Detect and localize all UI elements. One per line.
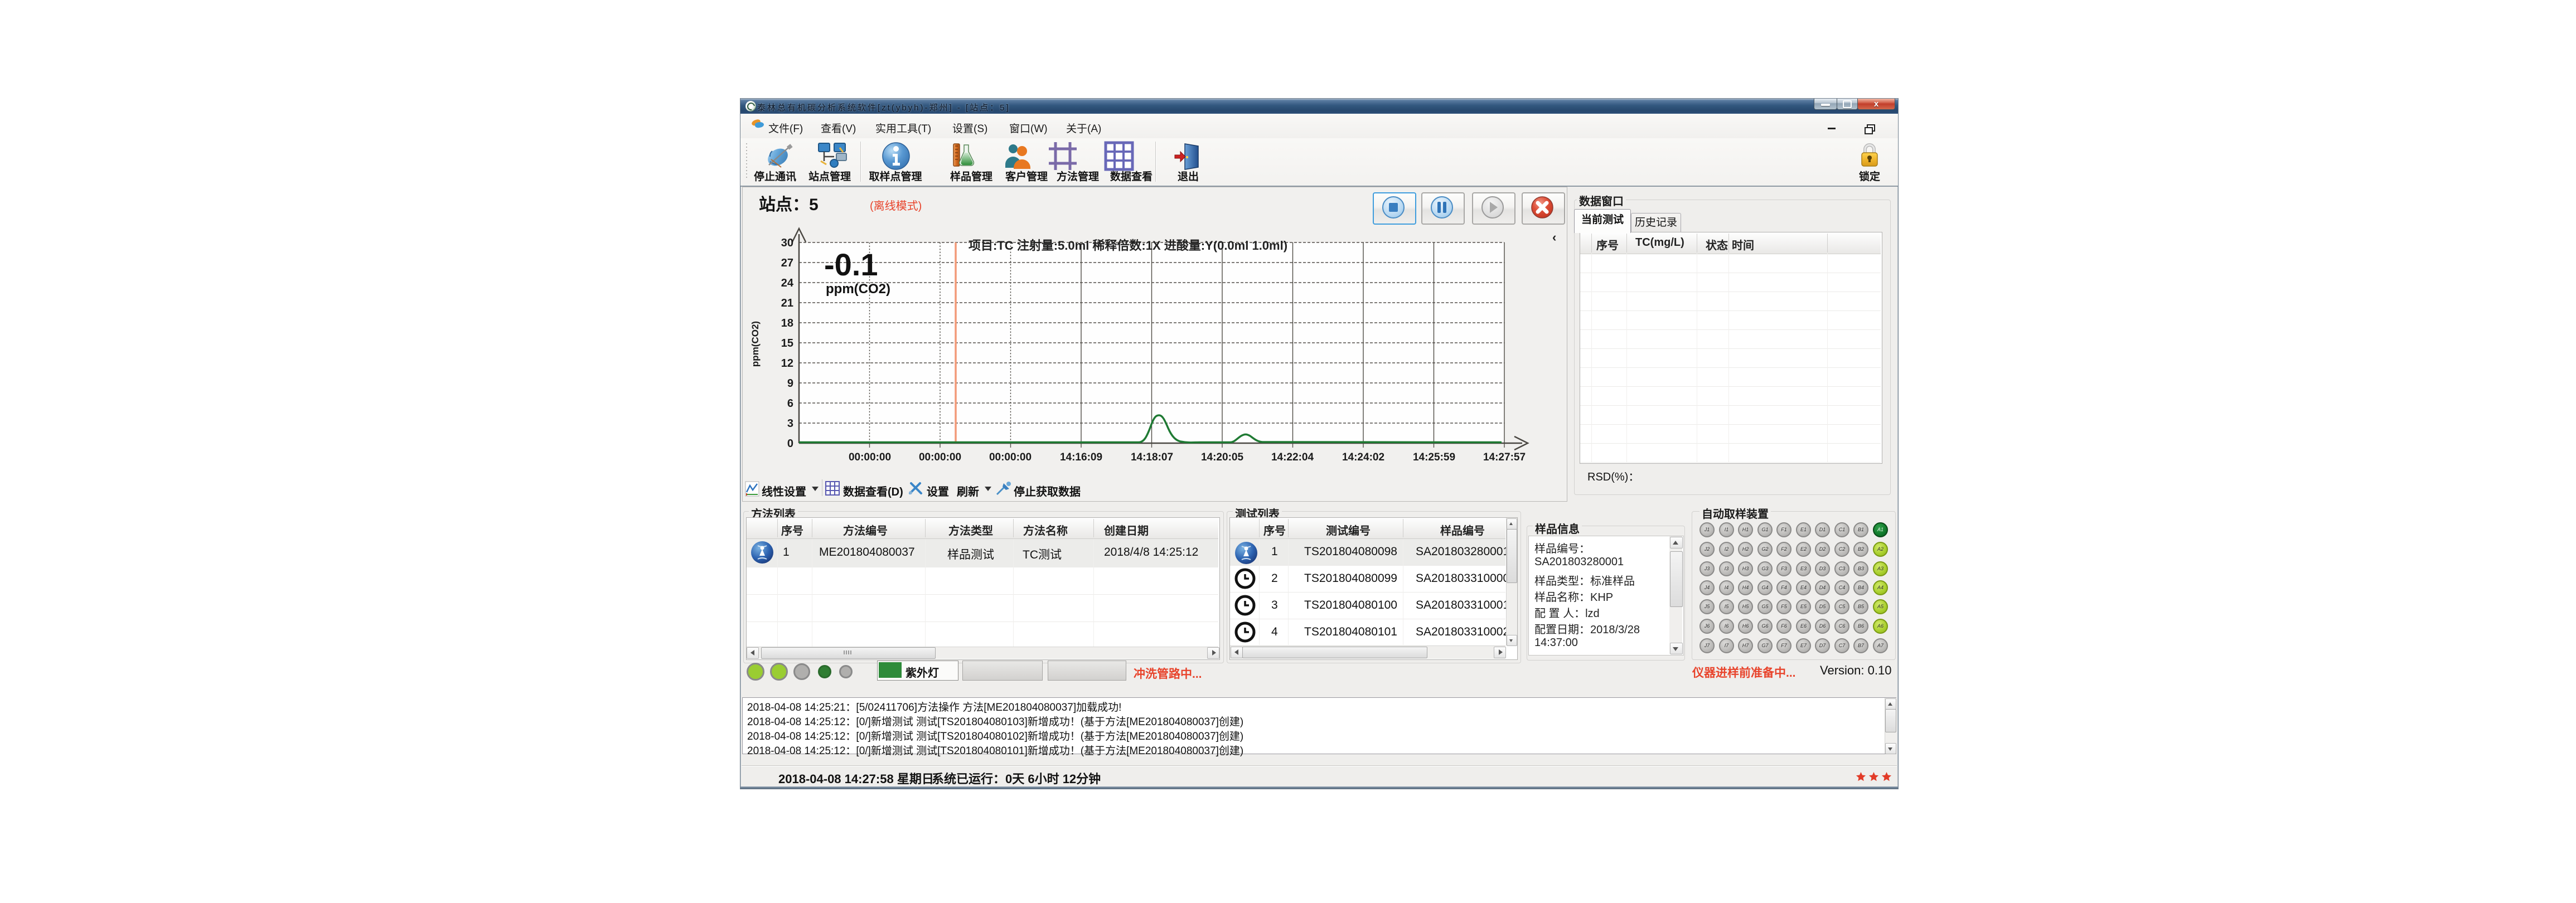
svg-text:14:22:04: 14:22:04 xyxy=(1271,452,1314,463)
svg-text:24: 24 xyxy=(781,277,794,289)
svg-text:14:25:59: 14:25:59 xyxy=(1413,452,1455,463)
svg-text:00:00:00: 00:00:00 xyxy=(989,452,1032,463)
svg-text:14:20:05: 14:20:05 xyxy=(1201,452,1243,463)
svg-text:30: 30 xyxy=(781,237,793,249)
svg-text:14:16:09: 14:16:09 xyxy=(1060,452,1102,463)
svg-text:15: 15 xyxy=(781,337,793,349)
svg-text:6: 6 xyxy=(787,397,793,410)
svg-text:3: 3 xyxy=(787,417,793,430)
svg-text:ppm(CO2): ppm(CO2) xyxy=(750,321,761,367)
svg-text:0: 0 xyxy=(787,438,793,450)
svg-text:14:24:02: 14:24:02 xyxy=(1342,452,1384,463)
svg-text:21: 21 xyxy=(781,297,793,309)
svg-text:项目:TC 注射量:5.0ml 稀释倍数:1X 进酸量:Y: 项目:TC 注射量:5.0ml 稀释倍数:1X 进酸量:Y(0.0ml 1.0m… xyxy=(969,239,1287,253)
svg-text:-0.1: -0.1 xyxy=(824,247,878,282)
svg-text:14:18:07: 14:18:07 xyxy=(1131,452,1173,463)
svg-text:18: 18 xyxy=(781,317,793,329)
svg-text:00:00:00: 00:00:00 xyxy=(919,452,961,463)
svg-text:27: 27 xyxy=(781,257,793,269)
svg-text:9: 9 xyxy=(787,377,793,390)
svg-text:12: 12 xyxy=(781,357,793,370)
svg-text:00:00:00: 00:00:00 xyxy=(849,452,891,463)
svg-text:14:27:57: 14:27:57 xyxy=(1483,452,1526,463)
svg-text:ppm(CO2): ppm(CO2) xyxy=(826,281,890,297)
